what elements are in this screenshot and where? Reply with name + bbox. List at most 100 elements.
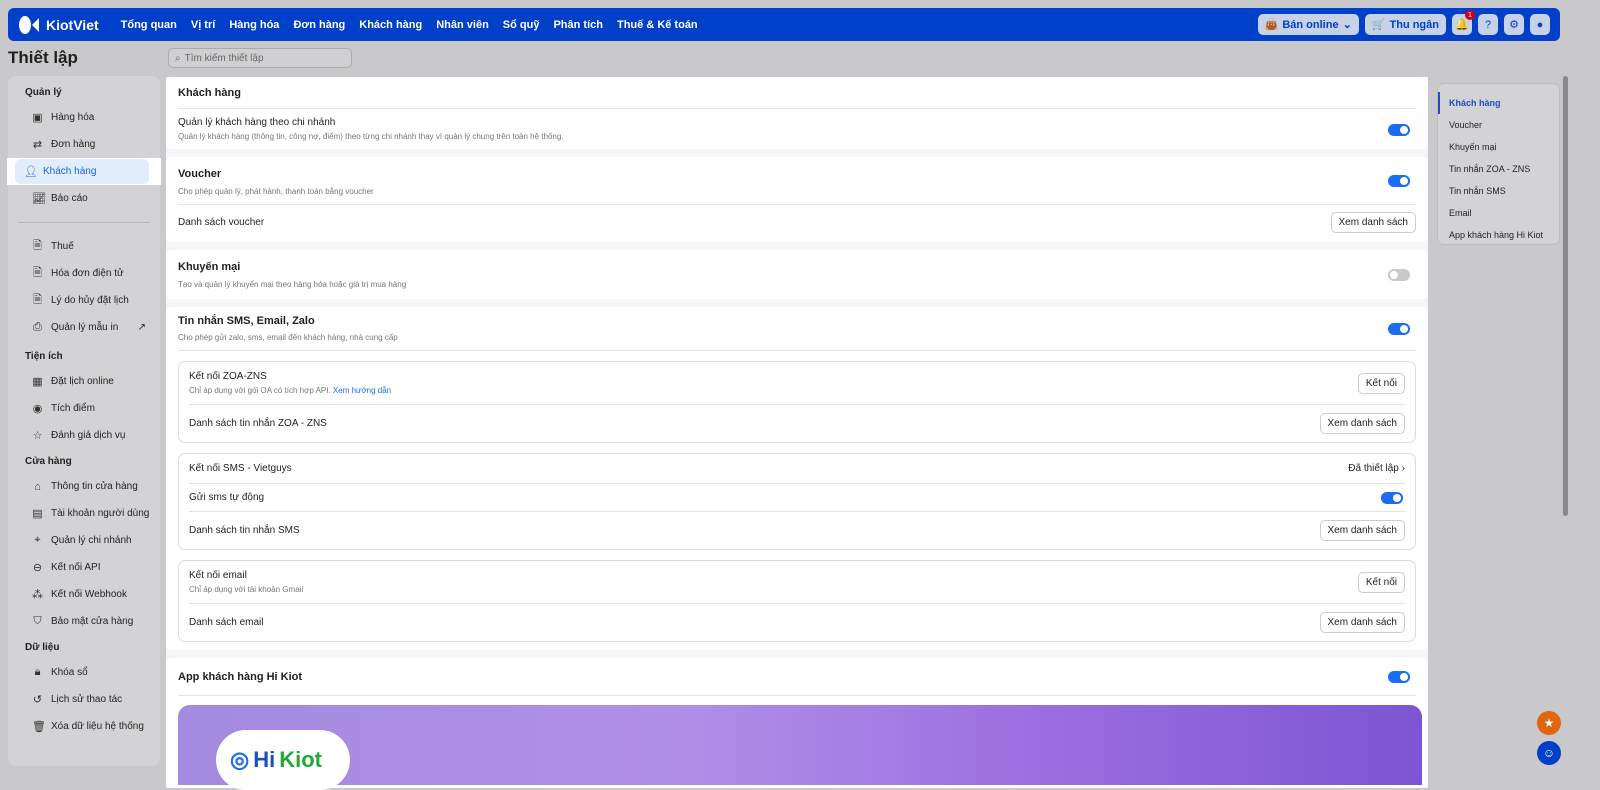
sidebar-item-label: Kết nối API (51, 562, 101, 573)
user-icon: ● (1536, 18, 1544, 31)
sms-auto-toggle[interactable] (1381, 491, 1403, 504)
sms-status: Đã thiết lập › (1348, 463, 1405, 474)
zns-list-label: Danh sách tin nhắn ZOA - ZNS (189, 417, 327, 429)
nav-hang-hoa[interactable]: Hàng hóa (229, 19, 279, 31)
sidebar-item-label: Bảo mật cửa hàng (51, 616, 134, 627)
zns-desc: Chỉ áp dụng với gói OA có tích hợp API. (189, 386, 331, 395)
anchor-voucher[interactable]: Voucher (1438, 114, 1559, 136)
nav-thue-ke-toan[interactable]: Thuế & Kế toán (617, 19, 698, 31)
group-title: Quản lý (25, 87, 62, 98)
tin-nhan-toggle[interactable] (1388, 322, 1410, 335)
zns-list-button[interactable]: Xem danh sách (1319, 412, 1405, 434)
ban-online-label: Bán online (1282, 18, 1339, 31)
section-desc: Cho phép quản lý, phát hành, thanh toán … (178, 186, 374, 196)
sidebar-item-khach-hang[interactable]: 👤︎ Khách hàng (7, 158, 161, 185)
zns-title: Kết nối ZOA-ZNS (189, 371, 267, 382)
anchor-sms[interactable]: Tin nhắn SMS (1438, 180, 1559, 202)
divider (18, 222, 150, 223)
section-voucher: Voucher Cho phép quản lý, phát hành, than… (166, 157, 1428, 242)
branch-customer-toggle[interactable] (1388, 124, 1410, 136)
sms-list-button[interactable]: Xem danh sách (1319, 519, 1405, 541)
sidebar-item-danh-gia[interactable]: ☆ Đánh giá dịch vụ (16, 422, 152, 449)
help-button[interactable]: ? (1478, 14, 1498, 35)
nav-phan-tich[interactable]: Phân tích (553, 19, 603, 31)
settings-search-input[interactable]: ⌕ Tìm kiếm thiết lập (168, 48, 352, 68)
nav-tong-quan[interactable]: Tổng quan (121, 19, 177, 31)
nav-khach-hang[interactable]: Khách hàng (359, 19, 422, 31)
nav-vi-tri[interactable]: Vị trí (191, 19, 215, 31)
support-icon: ☺ (1542, 746, 1556, 760)
sidebar-item-bao-mat[interactable]: ⛉ Bảo mật cửa hàng (16, 608, 152, 635)
avatar[interactable]: ● (1530, 14, 1550, 35)
section-title: Khách hàng (178, 87, 241, 99)
sidebar-item-label: Thuế (51, 241, 74, 252)
nav-don-hang[interactable]: Đơn hàng (293, 19, 345, 31)
email-connect-button[interactable]: Kết nối (1357, 571, 1405, 593)
external-link-icon: ↗ (137, 322, 146, 333)
ban-online-button[interactable]: 👜 Bán online ⌄ (1257, 14, 1359, 35)
sidebar-item-xoa-du-lieu[interactable]: 🗑︎ Xóa dữ liệu hệ thống (16, 713, 152, 740)
sidebar-item-label: Đơn hàng (51, 139, 96, 150)
sms-connect-row[interactable]: Kết nối SMS - Vietguys Đã thiết lập › (189, 454, 1405, 483)
kiotviet-logo[interactable]: KiotViet (18, 15, 99, 35)
sidebar-item-hang-hoa[interactable]: ▣ Hàng hóa (16, 104, 152, 131)
link-icon: ⊖ (32, 562, 43, 574)
favorite-fab[interactable]: ★ (1537, 711, 1561, 735)
anchor-khuyen-mai[interactable]: Khuyến mại (1438, 136, 1559, 158)
sidebar-item-hoa-don-dien-tu[interactable]: 🗎 Hóa đơn điện tử (16, 260, 152, 287)
anchor-email[interactable]: Email (1438, 202, 1559, 224)
sidebar-item-tai-khoan[interactable]: ▤ Tài khoản người dùng (16, 500, 152, 527)
anchor-zoa-zns[interactable]: Tin nhắn ZOA - ZNS (1438, 158, 1559, 180)
notification-button[interactable]: 🔔 1 (1452, 10, 1475, 35)
sidebar-item-mau-in[interactable]: ⎙ Quản lý mẫu in ↗ (16, 314, 152, 341)
sidebar-item-tich-diem[interactable]: ◉ Tích điểm (16, 395, 152, 422)
voucher-list-button[interactable]: Xem danh sách (1330, 212, 1416, 233)
sidebar-item-chi-nhanh[interactable]: ⌖ Quản lý chi nhánh (16, 527, 152, 554)
sidebar-item-label: Lịch sử thao tác (51, 694, 123, 705)
sidebar-item-dat-lich[interactable]: ▦ Đặt lịch online (16, 368, 152, 395)
sidebar-item-api[interactable]: ⊖ Kết nối API (16, 554, 152, 581)
zns-connect-button[interactable]: Kết nối (1357, 372, 1405, 394)
settings-content: Khách hàng Quản lý khách hàng theo chi n… (166, 77, 1428, 790)
sidebar-item-lich-su[interactable]: ↺ Lịch sử thao tác (16, 686, 152, 713)
hi-kiot-toggle[interactable] (1388, 670, 1410, 683)
section-khach-hang: Khách hàng Quản lý khách hàng theo chi n… (166, 77, 1428, 149)
thu-ngan-button[interactable]: 🛒 Thu ngân (1364, 14, 1446, 35)
section-tin-nhan: Tin nhắn SMS, Email, Zalo Cho phép gửi za… (166, 307, 1428, 650)
sidebar-item-ly-do-huy[interactable]: 🗎 Lý do hủy đặt lịch (16, 287, 152, 314)
sidebar-item-bao-cao[interactable]: 📈︎ Báo cáo (16, 185, 152, 212)
khuyen-mai-toggle[interactable] (1388, 268, 1410, 281)
voucher-toggle[interactable] (1388, 174, 1410, 187)
group-title: Tiện ích (25, 351, 63, 362)
sidebar-item-khoa-so[interactable]: 🔒︎ Khóa sổ (16, 659, 152, 686)
settings-sidebar: Quản lý ▣ Hàng hóa ⇄ Đơn hàng 👤︎ Khách hàng… (7, 76, 161, 766)
gear-icon: ⚙ (1509, 19, 1519, 31)
sidebar-item-label: Khách hàng (43, 166, 97, 177)
sidebar-item-don-hang[interactable]: ⇄ Đơn hàng (16, 131, 152, 158)
scrollbar[interactable] (1563, 76, 1568, 516)
shield-icon: ⛉ (33, 615, 42, 627)
sidebar-item-thong-tin[interactable]: ⌂ Thông tin cửa hàng (16, 473, 152, 500)
location-icon: ⌖ (34, 534, 41, 546)
nav-nhan-vien[interactable]: Nhân viên (436, 19, 489, 31)
email-list-button[interactable]: Xem danh sách (1319, 611, 1405, 633)
sidebar-item-webhook[interactable]: ⁂ Kết nối Webhook (16, 581, 152, 608)
hi-kiot-banner: ◎ Hi Kiot (178, 705, 1422, 790)
settings-button[interactable]: ⚙ (1504, 14, 1524, 35)
hi-kiot-logo: ◎ Hi Kiot (216, 730, 350, 790)
sms-list-label: Danh sách tin nhắn SMS (189, 524, 300, 536)
kiotviet-logo-icon (19, 15, 39, 34)
sidebar-item-thue[interactable]: 🗎 Thuế (16, 233, 152, 260)
sms-box: Kết nối SMS - Vietguys Đã thiết lập › Gửi… (178, 453, 1416, 550)
nav-so-quy[interactable]: Sổ quỹ (503, 19, 540, 31)
zns-guide-link[interactable]: Xem hướng dẫn (333, 386, 391, 395)
trash-icon: 🗑︎ (32, 721, 46, 733)
sidebar-item-label: Lý do hủy đặt lịch (51, 295, 129, 306)
chevron-down-icon: ⌄ (1342, 19, 1352, 31)
sidebar-item-label: Báo cáo (51, 193, 88, 204)
support-fab[interactable]: ☺ (1537, 741, 1561, 765)
anchor-hi-kiot[interactable]: App khách hàng Hi Kiot (1438, 224, 1559, 246)
sms-title: Kết nối SMS - Vietguys (189, 463, 292, 474)
anchor-khach-hang[interactable]: Khách hàng (1438, 92, 1559, 114)
notification-badge: 1 (1465, 10, 1475, 20)
